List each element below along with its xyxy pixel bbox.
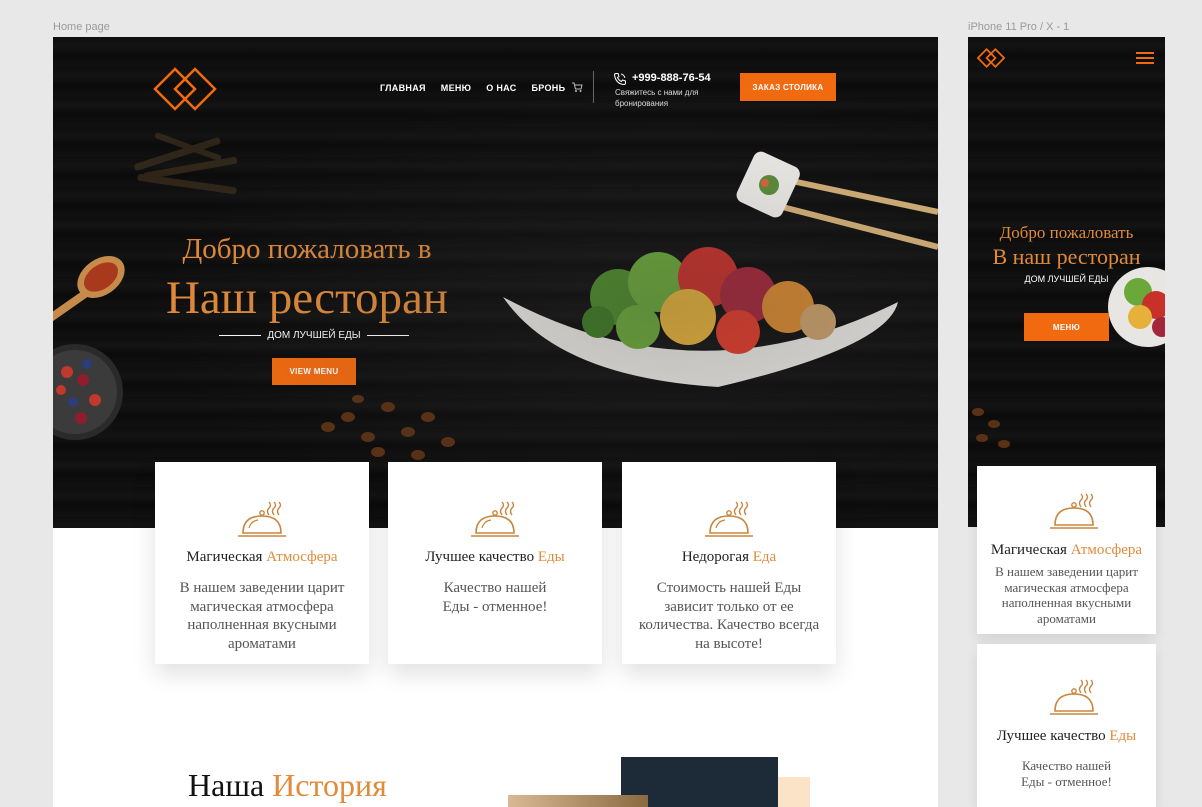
cloche-icon — [1050, 493, 1098, 529]
phone-caption: Свяжитесь с нами для бронирования — [615, 88, 699, 108]
feature-card-quality: Лучшее качество Еды Качество нашей Еды -… — [388, 462, 602, 664]
story-title-accent: История — [272, 767, 387, 803]
feature-title: Лучшее качество Еды — [388, 549, 602, 566]
feature-title-accent: Еда — [752, 549, 777, 565]
cloche-icon — [238, 501, 286, 537]
cloche-icon — [471, 501, 519, 537]
feature-title-main: Магическая — [186, 549, 263, 565]
feature-card-price: Недорогая Еда Стоимость нашей Еды зависи… — [622, 462, 836, 664]
mobile-hero-tagline: ДОМ ЛУЧШЕЙ ЕДЫ — [1024, 274, 1109, 284]
hero-title: Наш ресторан — [165, 272, 449, 324]
story-image-accent-block — [778, 777, 810, 807]
book-table-button[interactable]: ЗАКАЗ СТОЛИКА — [740, 73, 836, 101]
story-image-food — [508, 795, 648, 807]
coffee-beans-decoration — [321, 395, 455, 460]
feature-card-atmosphere: Магическая Атмосфера В нашем заведении ц… — [155, 462, 369, 664]
feature-title-main: Недорогая — [681, 549, 749, 565]
mobile-feature-title: Лучшее качество Еды — [977, 728, 1156, 745]
feature-text: В нашем заведении царит магическая атмос… — [179, 580, 345, 652]
view-menu-button[interactable]: VIEW MENU — [272, 358, 356, 385]
berries-bowl-decoration — [53, 344, 123, 440]
mobile-menu-button[interactable]: МЕНЮ — [1024, 313, 1109, 341]
mobile-frame: Добро пожаловать В наш ресторан ДОМ ЛУЧШ… — [968, 37, 1165, 807]
story-title: Наша История — [188, 767, 387, 804]
salad-plate-image — [503, 247, 898, 387]
sushi-chopsticks-image — [736, 151, 938, 250]
nav-about[interactable]: О НАС — [486, 83, 516, 93]
feature-title-main: Лучшее качество — [425, 549, 535, 565]
tagline-line-right — [366, 335, 409, 336]
hero-welcome: Добро пожаловать в — [182, 233, 432, 265]
main-nav: ГЛАВНАЯ МЕНЮ О НАС БРОНЬ — [380, 83, 565, 93]
mobile-feature-title-main: Магическая — [990, 542, 1067, 558]
mobile-feature-card-atmosphere: Магическая Атмосфера В нашем заведении ц… — [977, 466, 1156, 634]
frame-label-desktop: Home page — [53, 21, 110, 33]
pasta-decoration — [134, 132, 238, 195]
story-title-main: Наша — [188, 767, 265, 803]
desktop-frame: ГЛАВНАЯ МЕНЮ О НАС БРОНЬ +999-888-76-54 … — [53, 37, 938, 807]
feature-title: Недорогая Еда — [622, 549, 836, 566]
feature-title-accent: Еды — [537, 549, 565, 565]
mobile-hero-title: В наш ресторан — [992, 244, 1141, 269]
cart-icon[interactable] — [571, 81, 583, 93]
feature-text: Качество нашей Еды - отменное! — [442, 580, 548, 615]
spoon-decoration — [53, 256, 125, 323]
feature-title: Магическая Атмосфера — [155, 549, 369, 566]
hero-tagline-text: ДОМ ЛУЧШЕЙ ЕДЫ — [267, 330, 361, 341]
mobile-feature-card-quality: Лучшее качество Еды Качество нашей Еды -… — [977, 644, 1156, 807]
mobile-feature-title: Магическая Атмосфера — [977, 542, 1156, 559]
tagline-line-left — [219, 335, 262, 336]
phone-number[interactable]: +999-888-76-54 — [632, 72, 711, 84]
frame-label-mobile: iPhone 11 Pro / X - 1 — [968, 21, 1070, 33]
phone-icon — [613, 73, 626, 86]
feature-text: Стоимость нашей Еды зависит только от ее… — [638, 580, 820, 652]
nav-home[interactable]: ГЛАВНАЯ — [380, 83, 426, 93]
nav-booking[interactable]: БРОНЬ — [532, 83, 566, 93]
nav-divider — [593, 71, 594, 103]
cloche-icon — [1050, 679, 1098, 715]
hero-section: ГЛАВНАЯ МЕНЮ О НАС БРОНЬ +999-888-76-54 … — [53, 37, 938, 528]
mobile-hero-welcome: Добро пожаловать — [999, 223, 1134, 242]
mobile-feature-title-accent: Еды — [1109, 728, 1137, 744]
nav-menu[interactable]: МЕНЮ — [441, 83, 471, 93]
feature-title-accent: Атмосфера — [266, 549, 338, 565]
hero-tagline: ДОМ ЛУЧШЕЙ ЕДЫ — [219, 330, 409, 341]
mobile-feature-title-accent: Атмосфера — [1070, 542, 1143, 558]
mobile-feature-text: В нашем заведении царит магическая атмос… — [995, 564, 1138, 626]
cloche-icon — [705, 501, 753, 537]
mobile-logo-icon[interactable] — [977, 48, 1005, 68]
diamond-logo-icon[interactable] — [153, 67, 217, 111]
mobile-feature-text: Качество нашей Еды - отменное! — [1021, 758, 1112, 789]
hamburger-menu-icon[interactable] — [1136, 52, 1154, 64]
mobile-hero: Добро пожаловать В наш ресторан ДОМ ЛУЧШ… — [968, 37, 1165, 527]
mobile-feature-title-main: Лучшее качество — [996, 728, 1106, 744]
mobile-coffee-beans — [972, 408, 1010, 448]
